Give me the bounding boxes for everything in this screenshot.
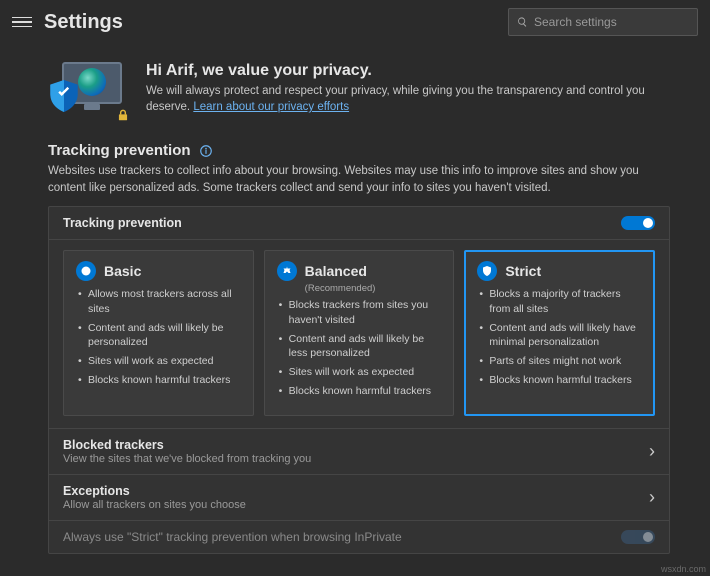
level-title: Strict [505, 263, 541, 279]
level-bullet: Blocks known harmful trackers [477, 373, 642, 387]
hero-title: Hi Arif, we value your privacy. [146, 62, 670, 80]
level-bullet: Allows most trackers across all sites [76, 287, 241, 315]
exceptions-row[interactable]: Exceptions Allow all trackers on sites y… [49, 475, 669, 521]
blocked-trackers-sub: View the sites that we've blocked from t… [63, 453, 311, 465]
level-title: Basic [104, 263, 141, 279]
section-description: Websites use trackers to collect info ab… [48, 163, 670, 196]
strict-icon [477, 261, 497, 281]
chevron-right-icon: › [649, 441, 655, 462]
info-icon[interactable] [199, 144, 213, 158]
lock-icon [116, 108, 130, 122]
privacy-efforts-link[interactable]: Learn about our privacy efforts [193, 101, 349, 113]
level-bullet: Sites will work as expected [76, 354, 241, 368]
level-bullet: Blocks known harmful trackers [277, 384, 442, 398]
edge-logo-icon [78, 68, 106, 96]
watermark: wsxdn.com [661, 564, 706, 574]
level-card-basic[interactable]: Basic Allows most trackers across all sit… [63, 250, 254, 416]
level-bullet: Content and ads will likely be personali… [76, 321, 241, 349]
privacy-hero: Hi Arif, we value your privacy. We will … [48, 44, 670, 134]
exceptions-label: Exceptions [63, 484, 246, 498]
chevron-right-icon: › [649, 487, 655, 508]
level-bullet: Parts of sites might not work [477, 354, 642, 368]
level-bullet: Sites will work as expected [277, 365, 442, 379]
level-bullet: Content and ads will likely have minimal… [477, 321, 642, 349]
blocked-trackers-label: Blocked trackers [63, 438, 311, 452]
shield-icon [50, 80, 78, 112]
level-card-balanced[interactable]: Balanced (Recommended) Blocks trackers fro… [264, 250, 455, 416]
inprivate-strict-label: Always use "Strict" tracking prevention … [63, 530, 402, 544]
tracking-master-row: Tracking prevention [49, 207, 669, 240]
basic-icon [76, 261, 96, 281]
level-card-strict[interactable]: Strict Blocks a majority of trackers from… [464, 250, 655, 416]
hero-body: We will always protect and respect your … [146, 83, 670, 115]
level-bullet: Blocks a majority of trackers from all s… [477, 287, 642, 315]
menu-button[interactable] [12, 12, 32, 32]
tracking-master-toggle[interactable] [621, 216, 655, 230]
tracking-prevention-panel: Tracking prevention Basic Allows most tra… [48, 206, 670, 554]
level-bullet: Blocks known harmful trackers [76, 373, 241, 387]
blocked-trackers-row[interactable]: Blocked trackers View the sites that we'… [49, 429, 669, 475]
inprivate-strict-toggle[interactable] [621, 530, 655, 544]
exceptions-sub: Allow all trackers on sites you choose [63, 499, 246, 511]
level-recommended: (Recommended) [305, 283, 442, 294]
level-bullet: Content and ads will likely be less pers… [277, 332, 442, 360]
page-title: Settings [44, 11, 123, 34]
level-title: Balanced [305, 263, 367, 279]
search-icon [517, 15, 528, 29]
search-input[interactable] [534, 15, 689, 29]
level-bullet: Blocks trackers from sites you haven't v… [277, 298, 442, 326]
tracking-master-label: Tracking prevention [63, 216, 182, 230]
balanced-icon [277, 261, 297, 281]
search-box[interactable] [508, 8, 698, 36]
section-title: Tracking prevention [48, 142, 191, 159]
inprivate-strict-row: Always use "Strict" tracking prevention … [49, 521, 669, 553]
privacy-hero-illustration [48, 62, 128, 120]
